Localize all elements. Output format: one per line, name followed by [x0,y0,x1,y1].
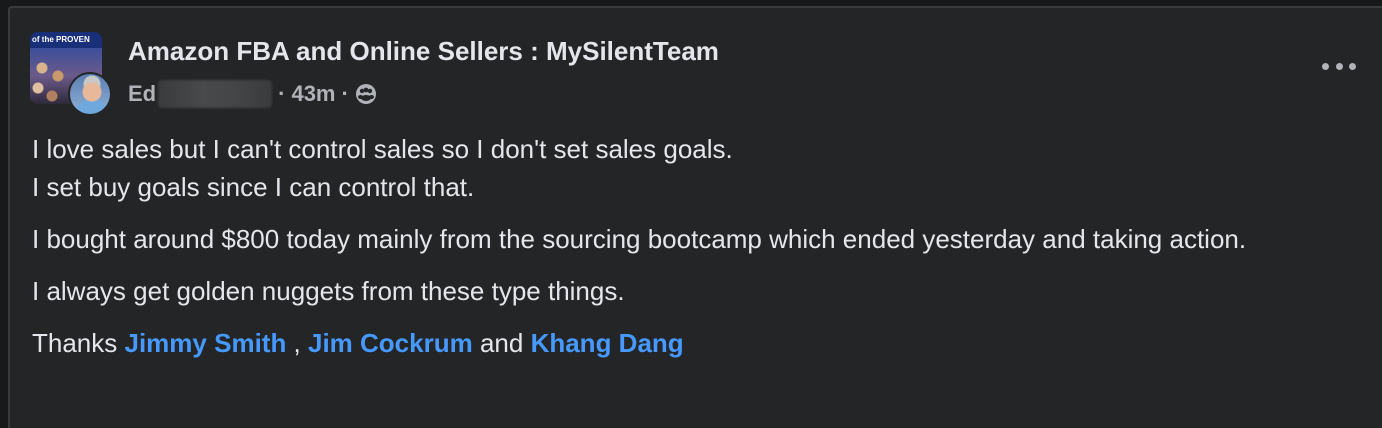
post-paragraph: I always get golden nuggets from these t… [32,276,625,306]
more-dot [1335,62,1343,70]
mention-link[interactable]: Jimmy Smith [125,328,287,358]
post-body: I love sales but I can't control sales s… [32,130,1352,376]
redacted-author-surname [158,80,273,108]
post-card: of the PROVEN Amazon FBA and Online Sell… [8,6,1382,428]
avatar-group[interactable]: of the PROVEN [30,32,112,116]
user-avatar[interactable] [68,72,112,116]
post-text-line: I set buy goals since I can control that… [32,172,475,202]
meta-separator: · [341,81,349,106]
more-dot [1322,62,1329,70]
mention-link[interactable]: Khang Dang [531,328,684,358]
post-meta: Ed · 43m · [128,80,377,108]
post-paragraph: Thanks Jimmy Smith , Jim Cockrum and Kha… [32,324,1352,362]
group-audience-icon[interactable] [355,83,377,105]
group-avatar-banner: of the PROVEN [30,32,102,48]
more-dot [1349,62,1356,70]
author-name[interactable]: Ed [128,81,156,107]
post-timestamp[interactable]: 43m [291,81,335,107]
post-paragraph: I bought around $800 today mainly from t… [32,224,1247,254]
mention-conjunction: and [472,328,531,358]
mention-link[interactable]: Jim Cockrum [308,328,473,358]
meta-separator: · [278,81,286,106]
mention-separator: , [286,328,308,358]
post-paragraph: I love sales but I can't control sales s… [32,130,1352,206]
group-name-link[interactable]: Amazon FBA and Online Sellers : MySilent… [128,36,719,67]
more-options-icon[interactable] [1322,56,1356,76]
post-text-line: I love sales but I can't control sales s… [32,134,733,164]
thanks-text: Thanks [32,328,125,358]
